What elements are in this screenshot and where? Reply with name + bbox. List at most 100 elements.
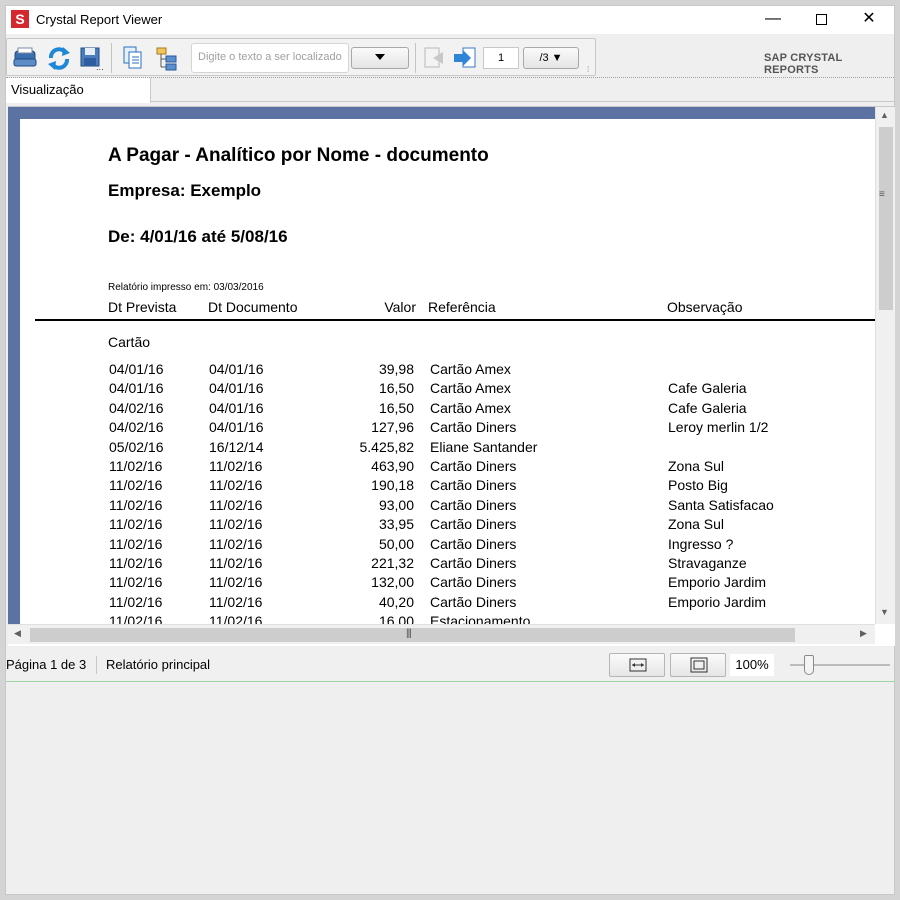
header-rule	[35, 319, 875, 321]
table-row: 11/02/16 11/02/16 132,00 Cartão Diners Empor…	[20, 574, 875, 593]
report-period: De: 4/01/16 até 5/08/16	[108, 227, 288, 246]
cell-dt-documento: 04/01/16	[209, 361, 264, 377]
cell-referencia: Cartão Diners	[430, 477, 517, 494]
fit-width-icon	[629, 658, 647, 672]
column-header-valor: Valor	[384, 299, 416, 315]
vertical-scrollbar[interactable]: ▲ ≡ ▼	[875, 107, 895, 624]
report-name: Relatório principal	[106, 657, 211, 672]
cell-valor: 16,50	[378, 399, 414, 416]
cell-dt-documento: 11/02/16	[209, 613, 263, 624]
zoom-slider-thumb[interactable]	[804, 655, 814, 675]
cell-referencia: Cartão Diners	[430, 535, 517, 552]
cell-observacao: Ingresso ?	[668, 535, 734, 552]
scroll-up-icon[interactable]: ▲	[880, 110, 889, 120]
cell-observacao: Cafe Galeria	[668, 399, 747, 416]
cell-dt-documento: 11/02/16	[209, 496, 263, 513]
cell-dt-prevista: 11/02/16	[109, 477, 163, 494]
group-tree-button[interactable]	[153, 45, 181, 71]
app-icon: S	[11, 10, 29, 28]
cell-dt-prevista: 11/02/16	[109, 458, 163, 474]
fit-width-button[interactable]	[609, 653, 665, 677]
cell-referencia: Cartão Diners	[430, 458, 517, 474]
table-row: 11/02/16 11/02/16 463,90 Cartão Diners Zona …	[20, 458, 875, 477]
tab-visualizacao[interactable]: Visualização	[6, 78, 151, 103]
cell-dt-prevista: 11/02/16	[109, 555, 163, 571]
cell-valor: 40,20	[378, 593, 414, 610]
table-row: 04/02/16 04/01/16 16,50 Cartão Amex Cafe Gal…	[20, 400, 875, 419]
horizontal-scrollbar[interactable]: ◀ ||| ▶	[8, 624, 875, 644]
cell-dt-documento: 11/02/16	[209, 555, 263, 571]
fit-page-icon	[690, 657, 708, 673]
cell-referencia: Cartão Diners	[430, 574, 517, 591]
minimize-button[interactable]: —	[750, 6, 796, 34]
cell-observacao: Leroy merlin 1/2	[668, 419, 769, 436]
cell-valor: 39,98	[378, 361, 414, 377]
cell-valor: 463,90	[371, 458, 414, 474]
cell-dt-documento: 11/02/16	[209, 516, 263, 533]
report-printed-date: Relatório impresso em: 03/03/2016	[108, 282, 264, 293]
close-button[interactable]: ✕	[846, 6, 892, 34]
table-row: 11/02/16 11/02/16 40,20 Cartão Diners Empori…	[20, 594, 875, 613]
table-row: 04/01/16 04/01/16 39,98 Cartão Amex	[20, 361, 875, 380]
cell-referencia: Cartão Diners	[430, 516, 517, 533]
table-row: 11/02/16 11/02/16 221,32 Cartão Diners Strav…	[20, 555, 875, 574]
toolbar-grip-icon[interactable]: ⁞	[587, 65, 593, 74]
report-canvas: A Pagar - Analítico por Nome - documento…	[8, 107, 875, 624]
table-row: 11/02/16 11/02/16 50,00 Cartão Diners Ingres…	[20, 536, 875, 555]
cell-referencia: Cartão Diners	[430, 555, 517, 571]
cell-observacao: Santa Satisfacao	[668, 496, 774, 513]
refresh-button[interactable]	[45, 45, 73, 71]
page-number-input[interactable]: 1	[483, 47, 519, 69]
first-page-icon	[424, 47, 443, 68]
scroll-right-icon[interactable]: ▶	[860, 628, 867, 639]
cell-referencia: Cartão Diners	[430, 419, 517, 436]
copy-button[interactable]	[119, 45, 147, 71]
scroll-left-icon[interactable]: ◀	[14, 628, 21, 639]
copy-document-icon	[123, 46, 142, 69]
cell-observacao: Emporio Jardim	[668, 574, 767, 591]
cell-referencia: Cartão Amex	[430, 399, 511, 416]
cell-dt-prevista: 04/01/16	[109, 380, 164, 397]
cell-dt-documento: 04/01/16	[209, 380, 264, 397]
scroll-down-icon[interactable]: ▼	[880, 607, 889, 617]
export-button[interactable]: ...	[77, 45, 105, 72]
toolbar-separator	[415, 43, 416, 73]
cell-dt-documento: 11/02/16	[209, 593, 263, 610]
column-header-referencia: Referência	[428, 299, 496, 315]
cell-dt-documento: 11/02/16	[209, 458, 263, 474]
printer-icon	[13, 47, 37, 67]
cell-referencia: Eliane Santander	[430, 438, 538, 455]
cell-dt-documento: 04/01/16	[209, 399, 264, 416]
cell-dt-documento: 11/02/16	[209, 477, 263, 494]
cell-dt-documento: 11/02/16	[209, 535, 263, 552]
cell-observacao: Posto Big	[668, 477, 728, 494]
fit-page-button[interactable]	[670, 653, 726, 677]
maximize-icon	[815, 14, 827, 25]
column-header-dt-documento: Dt Documento	[208, 299, 298, 315]
sap-crystal-reports-logo: SAP CRYSTAL REPORTS	[764, 52, 843, 76]
report-title: A Pagar - Analítico por Nome - documento	[108, 145, 489, 166]
cell-observacao: Zona Sul	[668, 458, 725, 474]
svg-text:...: ...	[96, 63, 104, 71]
horizontal-scroll-thumb[interactable]: |||	[30, 628, 795, 642]
scroll-grip-icon: |||	[406, 628, 412, 639]
cell-valor: 221,32	[371, 555, 414, 571]
page-dropdown-button[interactable]: /3 ▼	[523, 47, 579, 69]
cell-observacao: Stravaganze	[668, 555, 747, 571]
cell-dt-prevista: 04/01/16	[109, 361, 164, 377]
report-page: A Pagar - Analítico por Nome - documento…	[20, 119, 875, 624]
vertical-scroll-thumb[interactable]	[879, 127, 893, 310]
cell-dt-prevista: 11/02/16	[109, 613, 163, 624]
maximize-button[interactable]	[798, 6, 844, 34]
print-button[interactable]	[11, 45, 39, 71]
toolbar: ... Digite o texto a ser localizado 1 /3…	[6, 38, 596, 76]
cell-referencia: Cartão Diners	[430, 593, 517, 610]
first-page-button[interactable]	[419, 45, 447, 71]
report-company: Empresa: Exemplo	[108, 181, 262, 200]
refresh-icon	[48, 47, 70, 70]
search-input[interactable]: Digite o texto a ser localizado	[191, 43, 349, 73]
search-dropdown-button[interactable]	[351, 47, 409, 69]
table-row: 11/02/16 11/02/16 190,18 Cartão Diners Posto…	[20, 477, 875, 496]
next-page-button[interactable]	[451, 45, 479, 71]
status-bar: Página 1 de 3 Relatório principal 100%	[6, 648, 894, 682]
